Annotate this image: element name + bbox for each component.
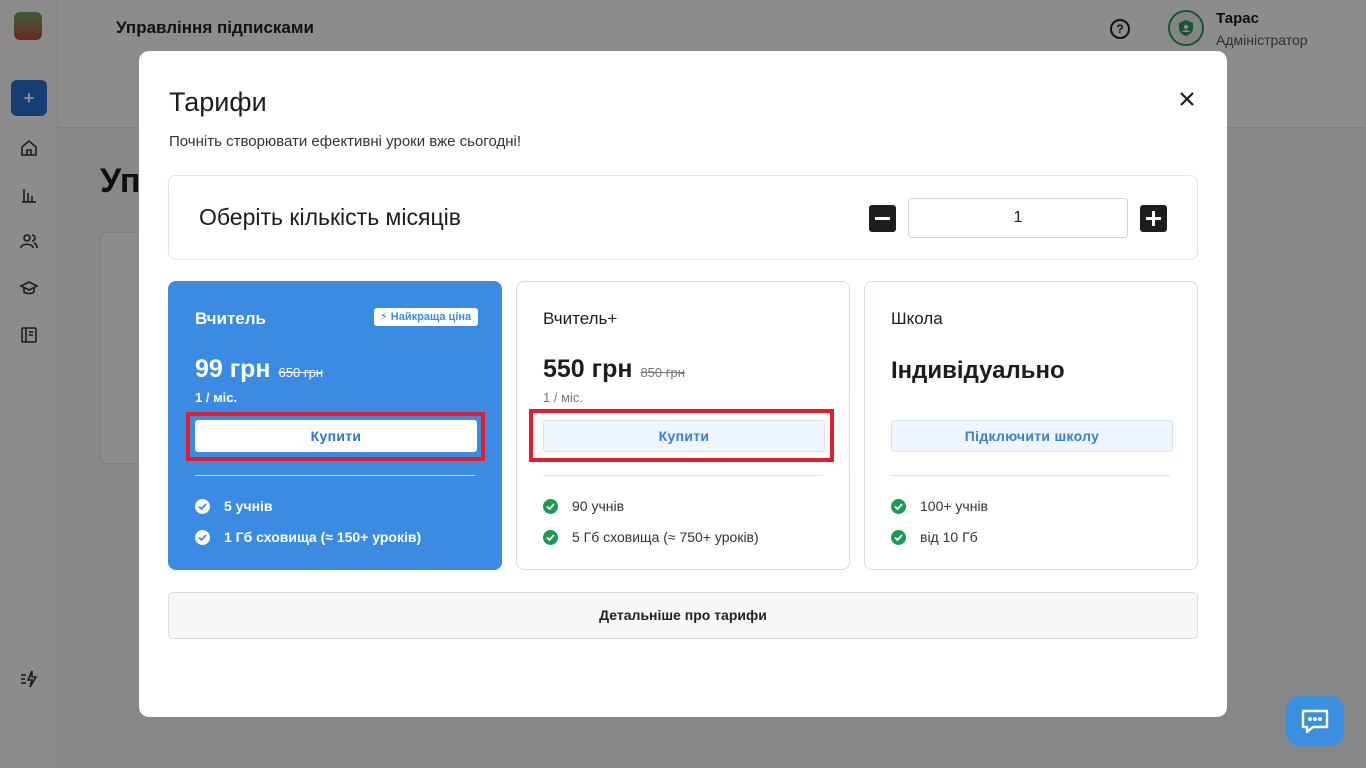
check-icon [543, 529, 558, 545]
check-icon [891, 529, 906, 545]
check-icon [195, 529, 210, 545]
tariff-details-button[interactable]: Детальніше про тарифи [168, 592, 1198, 639]
months-label: Оберіть кількість місяців [199, 204, 461, 230]
feature-label: 90 учнів [572, 498, 625, 514]
plan-price-text: Індивідуально [891, 357, 1065, 384]
feature-item: 90 учнів [543, 498, 624, 514]
feature-item: від 10 Гб [891, 529, 978, 545]
buy-button-teacher[interactable]: Купити [195, 420, 477, 452]
feature-label: 5 учнів [224, 498, 273, 514]
chat-button[interactable] [1286, 696, 1344, 746]
plan-price: 550 грн [543, 355, 633, 383]
feature-item: 5 Гб сховища (≈ 750+ уроків) [543, 529, 759, 545]
feature-item: 100+ учнів [891, 498, 988, 514]
plan-name: Школа [891, 309, 943, 328]
buy-button-teacher-plus[interactable]: Купити [543, 420, 825, 452]
chat-icon [1301, 709, 1329, 734]
feature-label: від 10 Гб [920, 529, 978, 545]
close-icon[interactable] [1177, 89, 1197, 109]
feature-item: 1 Гб сховища (≈ 150+ уроків) [195, 529, 421, 545]
badge-label: Найкраща ціна [390, 311, 472, 323]
plan-card-teacher: Вчитель ⚡ Найкраща ціна 99 грн 650 грн 1… [168, 281, 502, 570]
feature-label: 5 Гб сховища (≈ 750+ уроків) [572, 529, 759, 545]
connect-school-button[interactable]: Підключити школу [891, 420, 1173, 452]
modal-subtitle: Почніть створювати ефективні уроки вже с… [169, 133, 521, 150]
plan-price: 99 грн [195, 355, 271, 383]
tariffs-modal: Тарифи Почніть створювати ефективні урок… [139, 51, 1227, 717]
check-icon [195, 498, 210, 514]
divider [891, 475, 1171, 476]
divider [195, 475, 475, 476]
lightning-icon: ⚡ [380, 311, 388, 323]
feature-label: 1 Гб сховища (≈ 150+ уроків) [224, 529, 422, 545]
months-input[interactable] [908, 198, 1128, 238]
divider [543, 475, 823, 476]
plan-card-teacher-plus: Вчитель+ 550 грн 850 грн 1 / міс. Купити… [516, 281, 850, 570]
months-selector: Оберіть кількість місяців [168, 175, 1198, 260]
decrement-button[interactable] [869, 205, 896, 232]
modal-title: Тарифи [169, 87, 267, 117]
check-icon [891, 498, 906, 514]
plan-old-price: 650 грн [278, 365, 323, 380]
plan-card-school: Школа Індивідуально Підключити школу 100… [864, 281, 1198, 570]
plan-old-price: 850 грн [640, 365, 685, 380]
check-icon [543, 498, 558, 514]
best-price-badge: ⚡ Найкраща ціна [374, 308, 479, 326]
increment-button[interactable] [1140, 205, 1167, 232]
plan-name: Вчитель+ [543, 309, 618, 328]
plan-name: Вчитель [195, 309, 266, 328]
feature-item: 5 учнів [195, 498, 273, 514]
plan-period: 1 / міс. [195, 390, 238, 405]
plan-period: 1 / міс. [543, 390, 584, 405]
feature-label: 100+ учнів [920, 498, 988, 514]
